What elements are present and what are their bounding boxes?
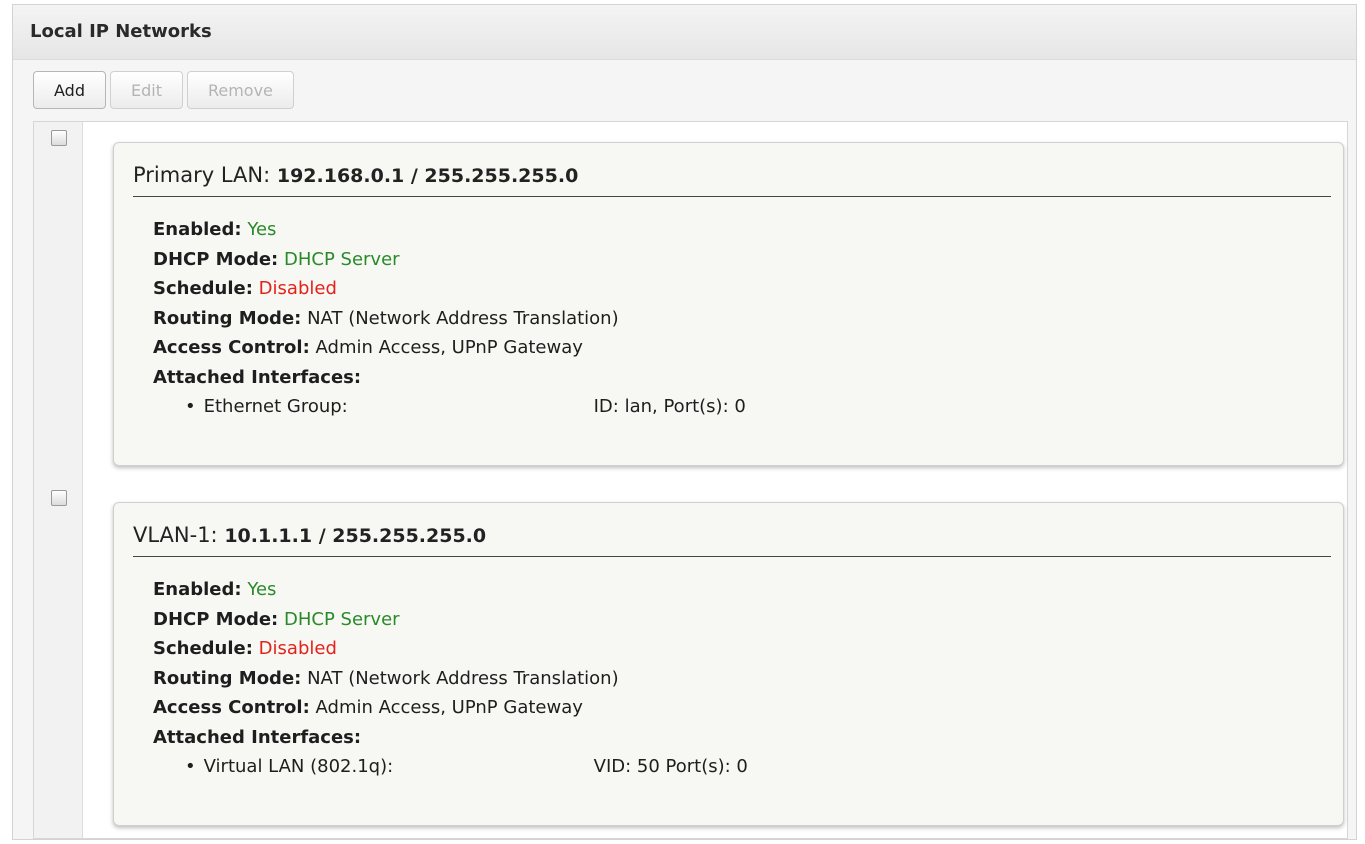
property-row: Access Control: Admin Access, UPnP Gatew… xyxy=(153,333,1331,363)
network-select-checkbox[interactable] xyxy=(51,130,67,146)
edit-button[interactable]: Edit xyxy=(109,71,183,109)
interface-name: Virtual LAN (802.1q): xyxy=(203,756,394,777)
property-label: Schedule: xyxy=(153,638,253,659)
property-row: Enabled: Yes xyxy=(153,215,1331,245)
network-properties: Enabled: Yes DHCP Mode: DHCP Server Sche… xyxy=(153,575,1331,782)
network-name: VLAN-1: xyxy=(133,523,218,547)
network-properties: Enabled: Yes DHCP Mode: DHCP Server Sche… xyxy=(153,215,1331,422)
local-ip-networks-panel: Local IP Networks Add Edit Remove Primar… xyxy=(12,4,1357,840)
property-row: DHCP Mode: DHCP Server xyxy=(153,245,1331,275)
property-row: Access Control: Admin Access, UPnP Gatew… xyxy=(153,693,1331,723)
bullet-icon: • xyxy=(185,396,196,417)
enabled-value: Yes xyxy=(247,219,277,240)
interface-detail: VID: 50 Port(s): 0 xyxy=(593,756,748,777)
property-label: Schedule: xyxy=(153,278,253,299)
network-card[interactable]: Primary LAN: 192.168.0.1 / 255.255.255.0… xyxy=(113,142,1344,466)
interface-name: Ethernet Group: xyxy=(203,396,348,417)
network-list: Primary LAN: 192.168.0.1 / 255.255.255.0… xyxy=(33,121,1348,839)
network-select-checkbox[interactable] xyxy=(51,490,67,506)
network-card-title: Primary LAN: 192.168.0.1 / 255.255.255.0 xyxy=(133,163,1331,197)
routing-mode-value: NAT (Network Address Translation) xyxy=(307,667,619,689)
network-address: 192.168.0.1 / 255.255.255.0 xyxy=(276,165,579,187)
attached-interface-item: • Ethernet Group: ID: lan, Port(s): 0 xyxy=(185,392,1331,422)
interface-detail: ID: lan, Port(s): 0 xyxy=(593,396,746,417)
property-label: Routing Mode: xyxy=(153,667,302,689)
network-card[interactable]: VLAN-1: 10.1.1.1 / 255.255.255.0 Enabled… xyxy=(113,502,1344,826)
bullet-icon: • xyxy=(185,756,196,777)
property-label: Enabled: xyxy=(153,219,242,240)
property-row: Schedule: Disabled xyxy=(153,274,1331,304)
selection-gutter xyxy=(34,122,83,838)
property-label: Access Control: xyxy=(153,337,310,358)
property-label: Enabled: xyxy=(153,579,242,600)
property-row: Attached Interfaces: xyxy=(153,363,1331,393)
property-row: Attached Interfaces: xyxy=(153,723,1331,753)
property-row: Enabled: Yes xyxy=(153,575,1331,605)
schedule-value: Disabled xyxy=(258,638,337,659)
property-label: Attached Interfaces: xyxy=(153,726,362,748)
access-control-value: Admin Access, UPnP Gateway xyxy=(315,337,583,358)
property-row: Schedule: Disabled xyxy=(153,634,1331,664)
routing-mode-value: NAT (Network Address Translation) xyxy=(307,307,619,329)
property-label: DHCP Mode: xyxy=(153,608,279,630)
network-name: Primary LAN: xyxy=(133,163,271,187)
remove-button[interactable]: Remove xyxy=(186,71,294,109)
property-label: DHCP Mode: xyxy=(153,248,279,270)
property-row: Routing Mode: NAT (Network Address Trans… xyxy=(153,664,1331,694)
schedule-value: Disabled xyxy=(258,278,337,299)
enabled-value: Yes xyxy=(247,579,277,600)
dhcp-mode-value: DHCP Server xyxy=(283,608,400,630)
property-row: DHCP Mode: DHCP Server xyxy=(153,605,1331,635)
network-address: 10.1.1.1 / 255.255.255.0 xyxy=(224,525,487,547)
toolbar: Add Edit Remove xyxy=(33,71,294,115)
property-row: Routing Mode: NAT (Network Address Trans… xyxy=(153,304,1331,334)
property-label: Attached Interfaces: xyxy=(153,366,362,388)
access-control-value: Admin Access, UPnP Gateway xyxy=(315,697,583,718)
dhcp-mode-value: DHCP Server xyxy=(283,248,400,270)
property-label: Access Control: xyxy=(153,697,310,718)
network-card-title: VLAN-1: 10.1.1.1 / 255.255.255.0 xyxy=(133,523,1331,557)
panel-title: Local IP Networks xyxy=(13,5,1356,60)
attached-interface-item: • Virtual LAN (802.1q): VID: 50 Port(s): 0 xyxy=(185,752,1331,782)
add-button[interactable]: Add xyxy=(33,71,106,109)
property-label: Routing Mode: xyxy=(153,307,302,329)
